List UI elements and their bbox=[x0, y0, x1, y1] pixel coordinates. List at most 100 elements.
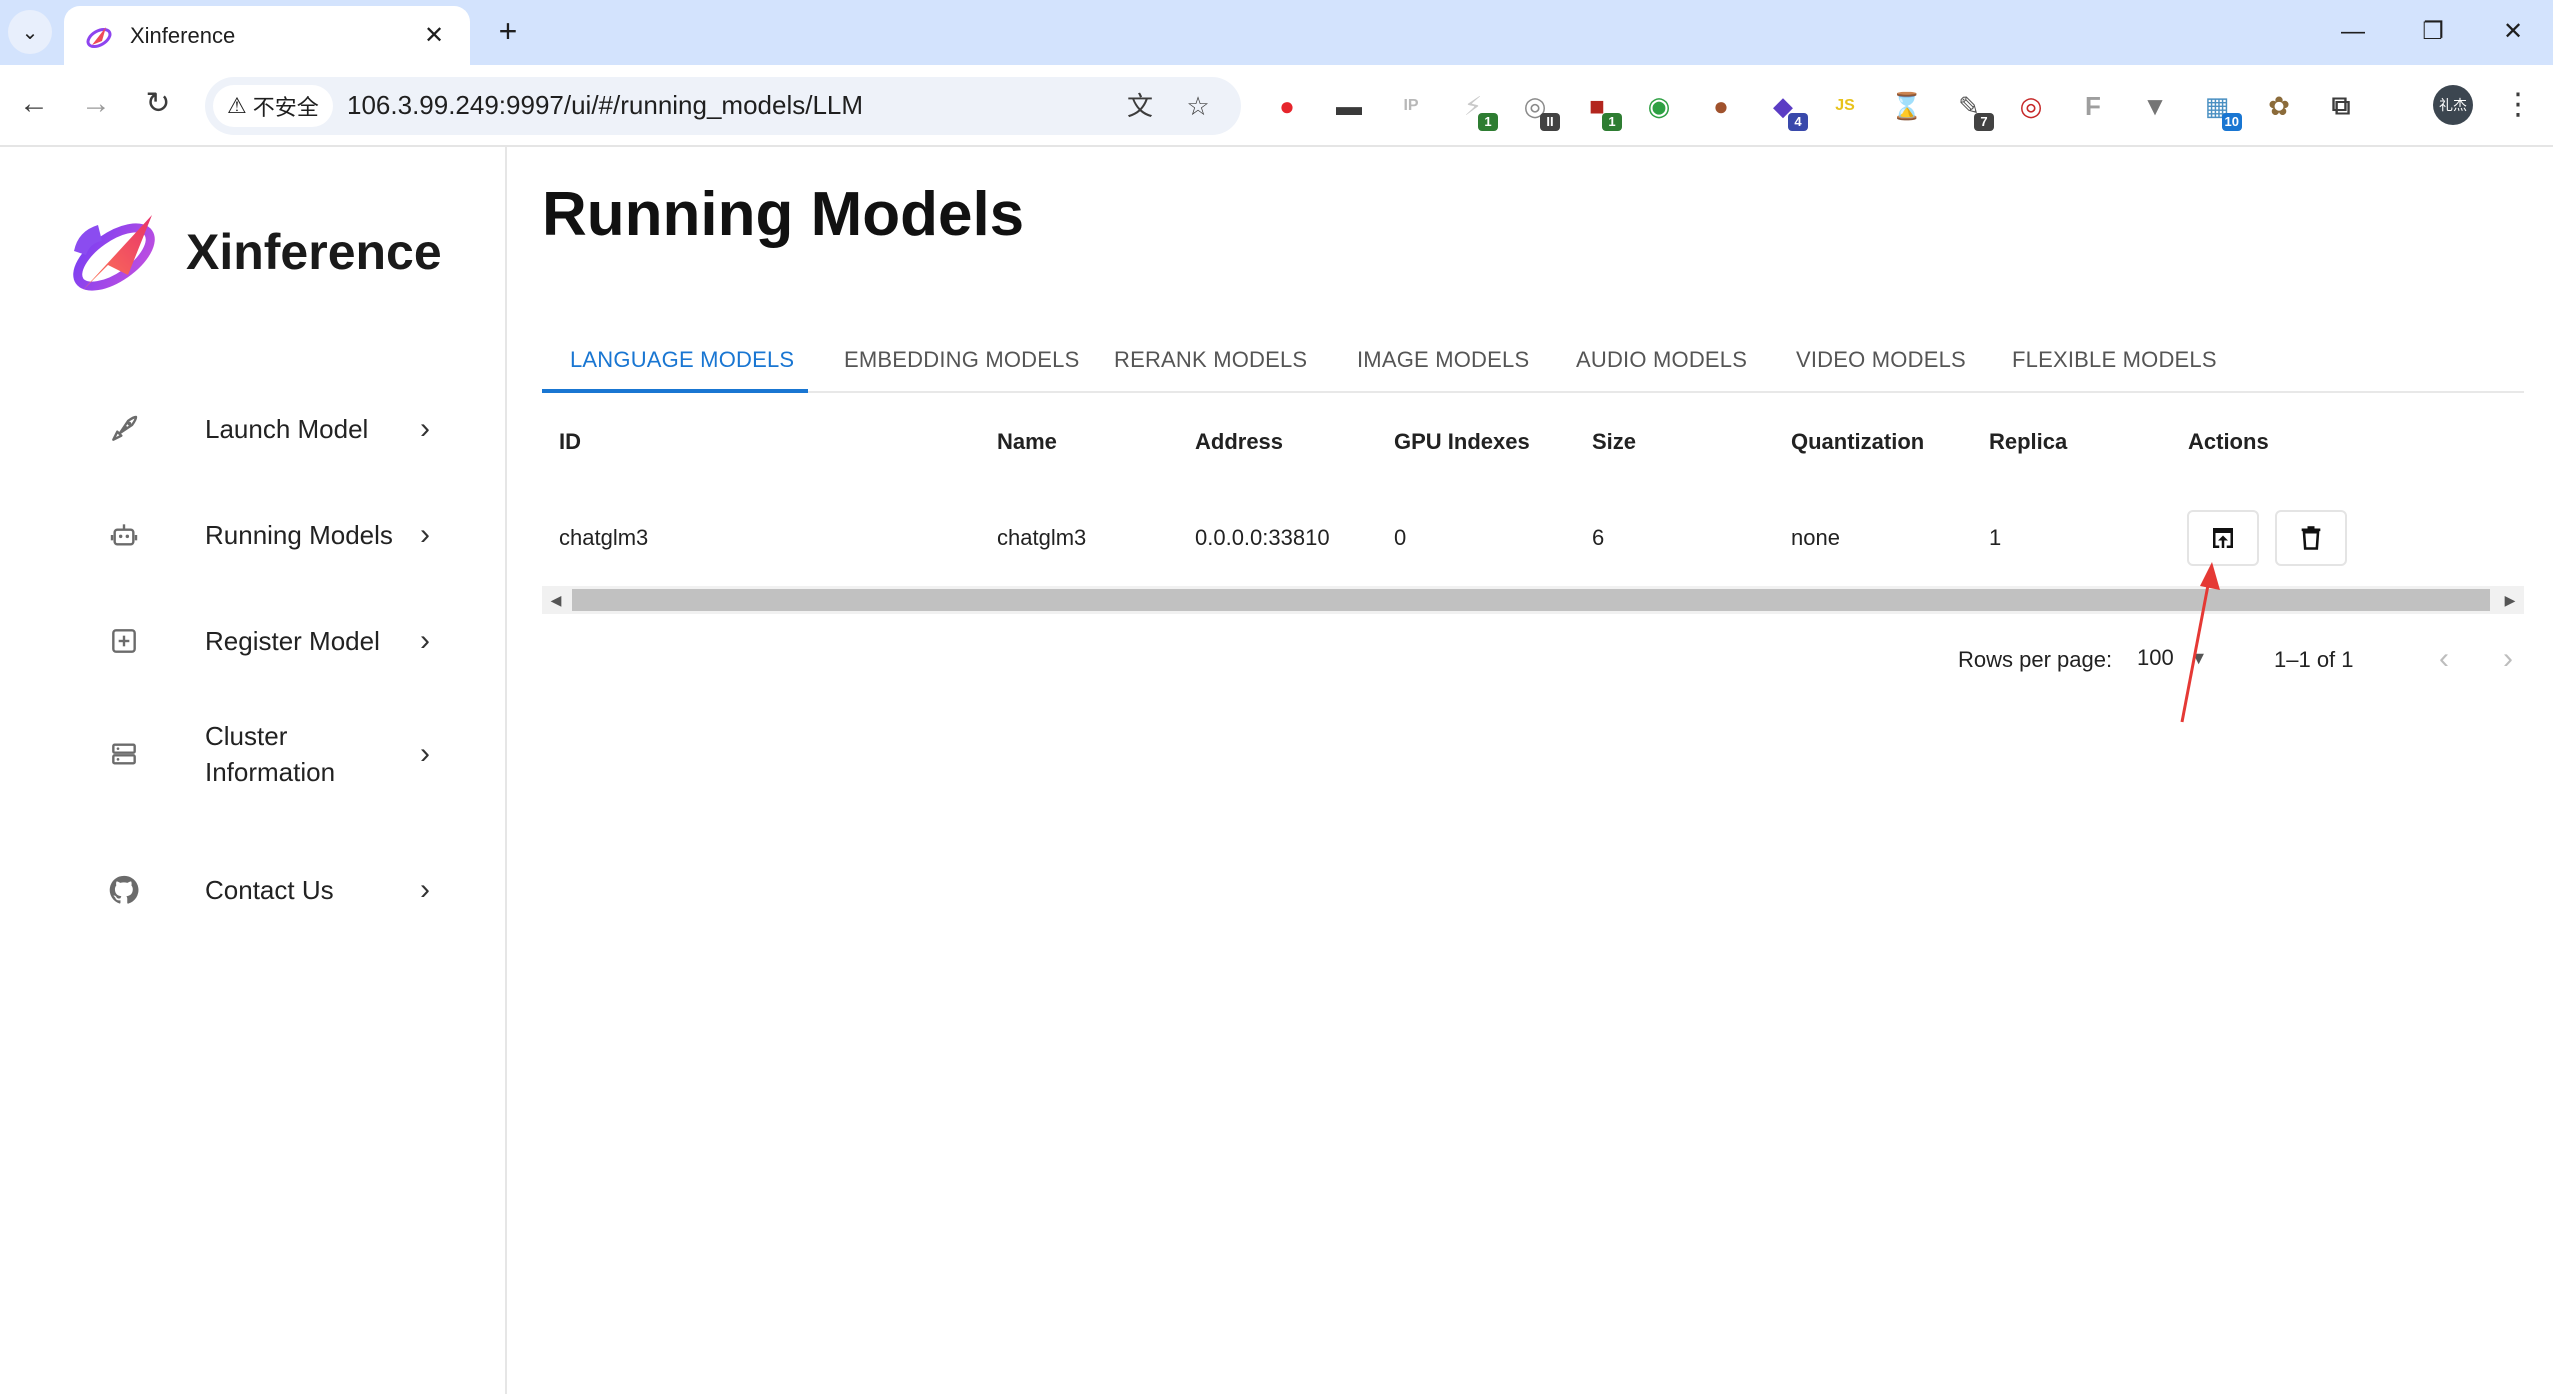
sidebar-item-running-models[interactable]: Running Models › bbox=[100, 506, 460, 564]
column-header-replica[interactable]: Replica bbox=[1989, 429, 2067, 455]
cell-address: 0.0.0.0:33810 bbox=[1195, 525, 1330, 550]
sidebar-item-label: Contact Us bbox=[205, 875, 334, 905]
rows-per-page-select[interactable]: 100 ▼ bbox=[2137, 645, 2208, 671]
close-tab-icon[interactable]: ✕ bbox=[418, 21, 450, 50]
puzzle-extensions-icon[interactable]: ⧉ bbox=[2322, 87, 2360, 125]
server-icon bbox=[100, 730, 148, 778]
reload-icon[interactable]: ↻ bbox=[134, 81, 182, 129]
tab-language-models[interactable]: LANGUAGE MODELS bbox=[570, 330, 794, 393]
opera-red-circle-icon[interactable]: ● bbox=[1268, 87, 1306, 125]
chevron-down-icon: ⌄ bbox=[21, 21, 39, 44]
tab-video-models[interactable]: VIDEO MODELS bbox=[1796, 330, 1966, 393]
sidebar-item-label: Cluster Information bbox=[205, 721, 336, 787]
robot-icon bbox=[100, 511, 148, 559]
scroll-left-arrow-icon[interactable]: ◀ bbox=[542, 586, 570, 614]
column-header-address[interactable]: Address bbox=[1195, 429, 1283, 455]
sidebar-item-contact-us[interactable]: Contact Us › bbox=[100, 861, 460, 919]
bookmark-star-icon[interactable]: ☆ bbox=[1181, 89, 1215, 123]
open-in-browser-icon bbox=[2213, 528, 2233, 548]
extension-badge: 10 bbox=[2221, 113, 2242, 131]
lightning-extension-icon[interactable]: ⚡ 1 bbox=[1454, 87, 1498, 131]
mask-extension-icon[interactable]: ▬ bbox=[1330, 87, 1368, 125]
column-header-name[interactable]: Name bbox=[997, 429, 1057, 455]
previous-page-icon[interactable]: ‹ bbox=[2424, 639, 2464, 679]
cell-gpu-indexes: 0 bbox=[1394, 525, 1407, 550]
browser-tab-active[interactable]: Xinference ✕ bbox=[64, 6, 470, 65]
translate-icon[interactable]: 文 bbox=[1123, 89, 1157, 123]
target-extension-icon[interactable]: ◎ bbox=[2012, 87, 2050, 125]
rocket-icon bbox=[100, 405, 148, 453]
extension-badge: 7 bbox=[1974, 113, 1994, 131]
chevron-right-icon: › bbox=[420, 412, 430, 445]
ip-extension-icon[interactable]: IP bbox=[1392, 87, 1430, 125]
tab-flexible-models[interactable]: FLEXIBLE MODELS bbox=[2012, 330, 2217, 393]
cell-size: 6 bbox=[1592, 525, 1605, 550]
profile-avatar[interactable]: 礼杰 bbox=[2433, 85, 2473, 125]
close-window-button[interactable]: ✕ bbox=[2483, 12, 2543, 52]
extension-badge: 4 bbox=[1788, 113, 1808, 131]
chevron-right-icon: › bbox=[420, 873, 430, 906]
cell-replica: 1 bbox=[1989, 525, 2002, 550]
forward-icon[interactable]: → bbox=[72, 81, 120, 129]
warning-icon: ⚠ bbox=[227, 93, 247, 118]
site-info-button[interactable]: ⚠ 不安全 bbox=[213, 85, 333, 127]
extension-badge: 1 bbox=[1602, 113, 1622, 131]
hourglass-extension-icon[interactable]: ⌛ bbox=[1888, 87, 1926, 125]
globe-extension-icon[interactable]: ◎ II bbox=[1516, 87, 1560, 131]
red-square-extension-icon[interactable]: ■ 1 bbox=[1578, 87, 1622, 131]
tiger-extension-icon[interactable]: ✿ bbox=[2260, 87, 2298, 125]
main-content: Running Models LANGUAGE MODELS EMBEDDING… bbox=[509, 147, 2553, 1394]
sidebar-item-launch-model[interactable]: Launch Model › bbox=[100, 400, 460, 458]
green-circle-extension-icon[interactable]: ◉ bbox=[1640, 87, 1678, 125]
script-extension-icon[interactable]: ✎ 7 bbox=[1950, 87, 1994, 131]
column-header-size[interactable]: Size bbox=[1592, 429, 1636, 455]
xinference-logo-icon bbox=[73, 215, 155, 291]
column-header-quantization[interactable]: Quantization bbox=[1791, 429, 1924, 455]
next-page-icon[interactable]: › bbox=[2488, 639, 2528, 679]
purple-extension-icon[interactable]: ◆ 4 bbox=[1764, 87, 1808, 131]
github-icon bbox=[100, 866, 148, 914]
tab-rerank-models[interactable]: RERANK MODELS bbox=[1114, 330, 1307, 393]
sidebar-item-register-model[interactable]: Register Model › bbox=[100, 612, 460, 670]
v-extension-icon[interactable]: ▼ bbox=[2136, 87, 2174, 125]
column-header-id[interactable]: ID bbox=[559, 429, 581, 455]
restore-window-button[interactable]: ❐ bbox=[2403, 12, 2463, 52]
tab-image-models[interactable]: IMAGE MODELS bbox=[1357, 330, 1529, 393]
rows-per-page-label: Rows per page: bbox=[1958, 647, 2113, 672]
scrollbar-thumb[interactable] bbox=[572, 589, 2490, 611]
js-extension-icon[interactable]: JS bbox=[1826, 87, 1864, 125]
page-title: Running Models bbox=[542, 180, 1025, 249]
column-header-actions: Actions bbox=[2188, 429, 2269, 454]
browser-toolbar: ← → ↻ ⚠ 不安全 106.3.99.249:9997/ui/#/runni… bbox=[0, 65, 2553, 147]
extension-badge: 1 bbox=[1478, 113, 1498, 131]
add-box-icon bbox=[100, 617, 148, 665]
tab-embedding-models[interactable]: EMBEDDING MODELS bbox=[844, 330, 1079, 393]
sidebar-item-label: Launch Model bbox=[205, 414, 369, 444]
chevron-right-icon: › bbox=[420, 518, 430, 551]
brand-name: Xinference bbox=[186, 224, 442, 280]
browser-tab-strip: ⌄ Xinference ✕ + — ❐ ✕ bbox=[0, 0, 2553, 65]
minimize-window-button[interactable]: — bbox=[2323, 12, 2383, 52]
address-bar[interactable]: ⚠ 不安全 106.3.99.249:9997/ui/#/running_mod… bbox=[205, 77, 1241, 135]
back-icon[interactable]: ← bbox=[10, 81, 58, 129]
table-horizontal-scrollbar[interactable]: ◀ ▶ bbox=[542, 586, 2524, 614]
tab-audio-models[interactable]: AUDIO MODELS bbox=[1576, 330, 1747, 393]
sidebar-item-cluster-information[interactable]: Cluster Information › bbox=[100, 714, 460, 794]
url-text[interactable]: 106.3.99.249:9997/ui/#/running_models/LL… bbox=[347, 90, 863, 121]
new-tab-button[interactable]: + bbox=[488, 12, 528, 52]
cookie-extension-icon[interactable]: ● bbox=[1702, 87, 1740, 125]
scroll-right-arrow-icon[interactable]: ▶ bbox=[2496, 586, 2524, 614]
security-label: 不安全 bbox=[252, 95, 319, 120]
cell-quantization: none bbox=[1791, 525, 1840, 550]
calendar-extension-icon[interactable]: ▦ 10 bbox=[2198, 87, 2242, 131]
sidebar: Xinference Launch Model › Running Models… bbox=[0, 147, 507, 1394]
chevron-right-icon: › bbox=[420, 737, 430, 770]
sidebar-item-label: Register Model bbox=[205, 626, 380, 656]
delete-model-button[interactable] bbox=[2275, 510, 2347, 566]
open-web-ui-button[interactable] bbox=[2187, 510, 2259, 566]
column-header-gpu-indexes[interactable]: GPU Indexes bbox=[1394, 429, 1530, 455]
f-extension-icon[interactable]: F bbox=[2074, 87, 2112, 125]
tab-search-button[interactable]: ⌄ bbox=[8, 10, 52, 54]
browser-menu-icon[interactable]: ⋮ bbox=[2496, 83, 2540, 127]
xinference-favicon-icon bbox=[86, 26, 112, 48]
